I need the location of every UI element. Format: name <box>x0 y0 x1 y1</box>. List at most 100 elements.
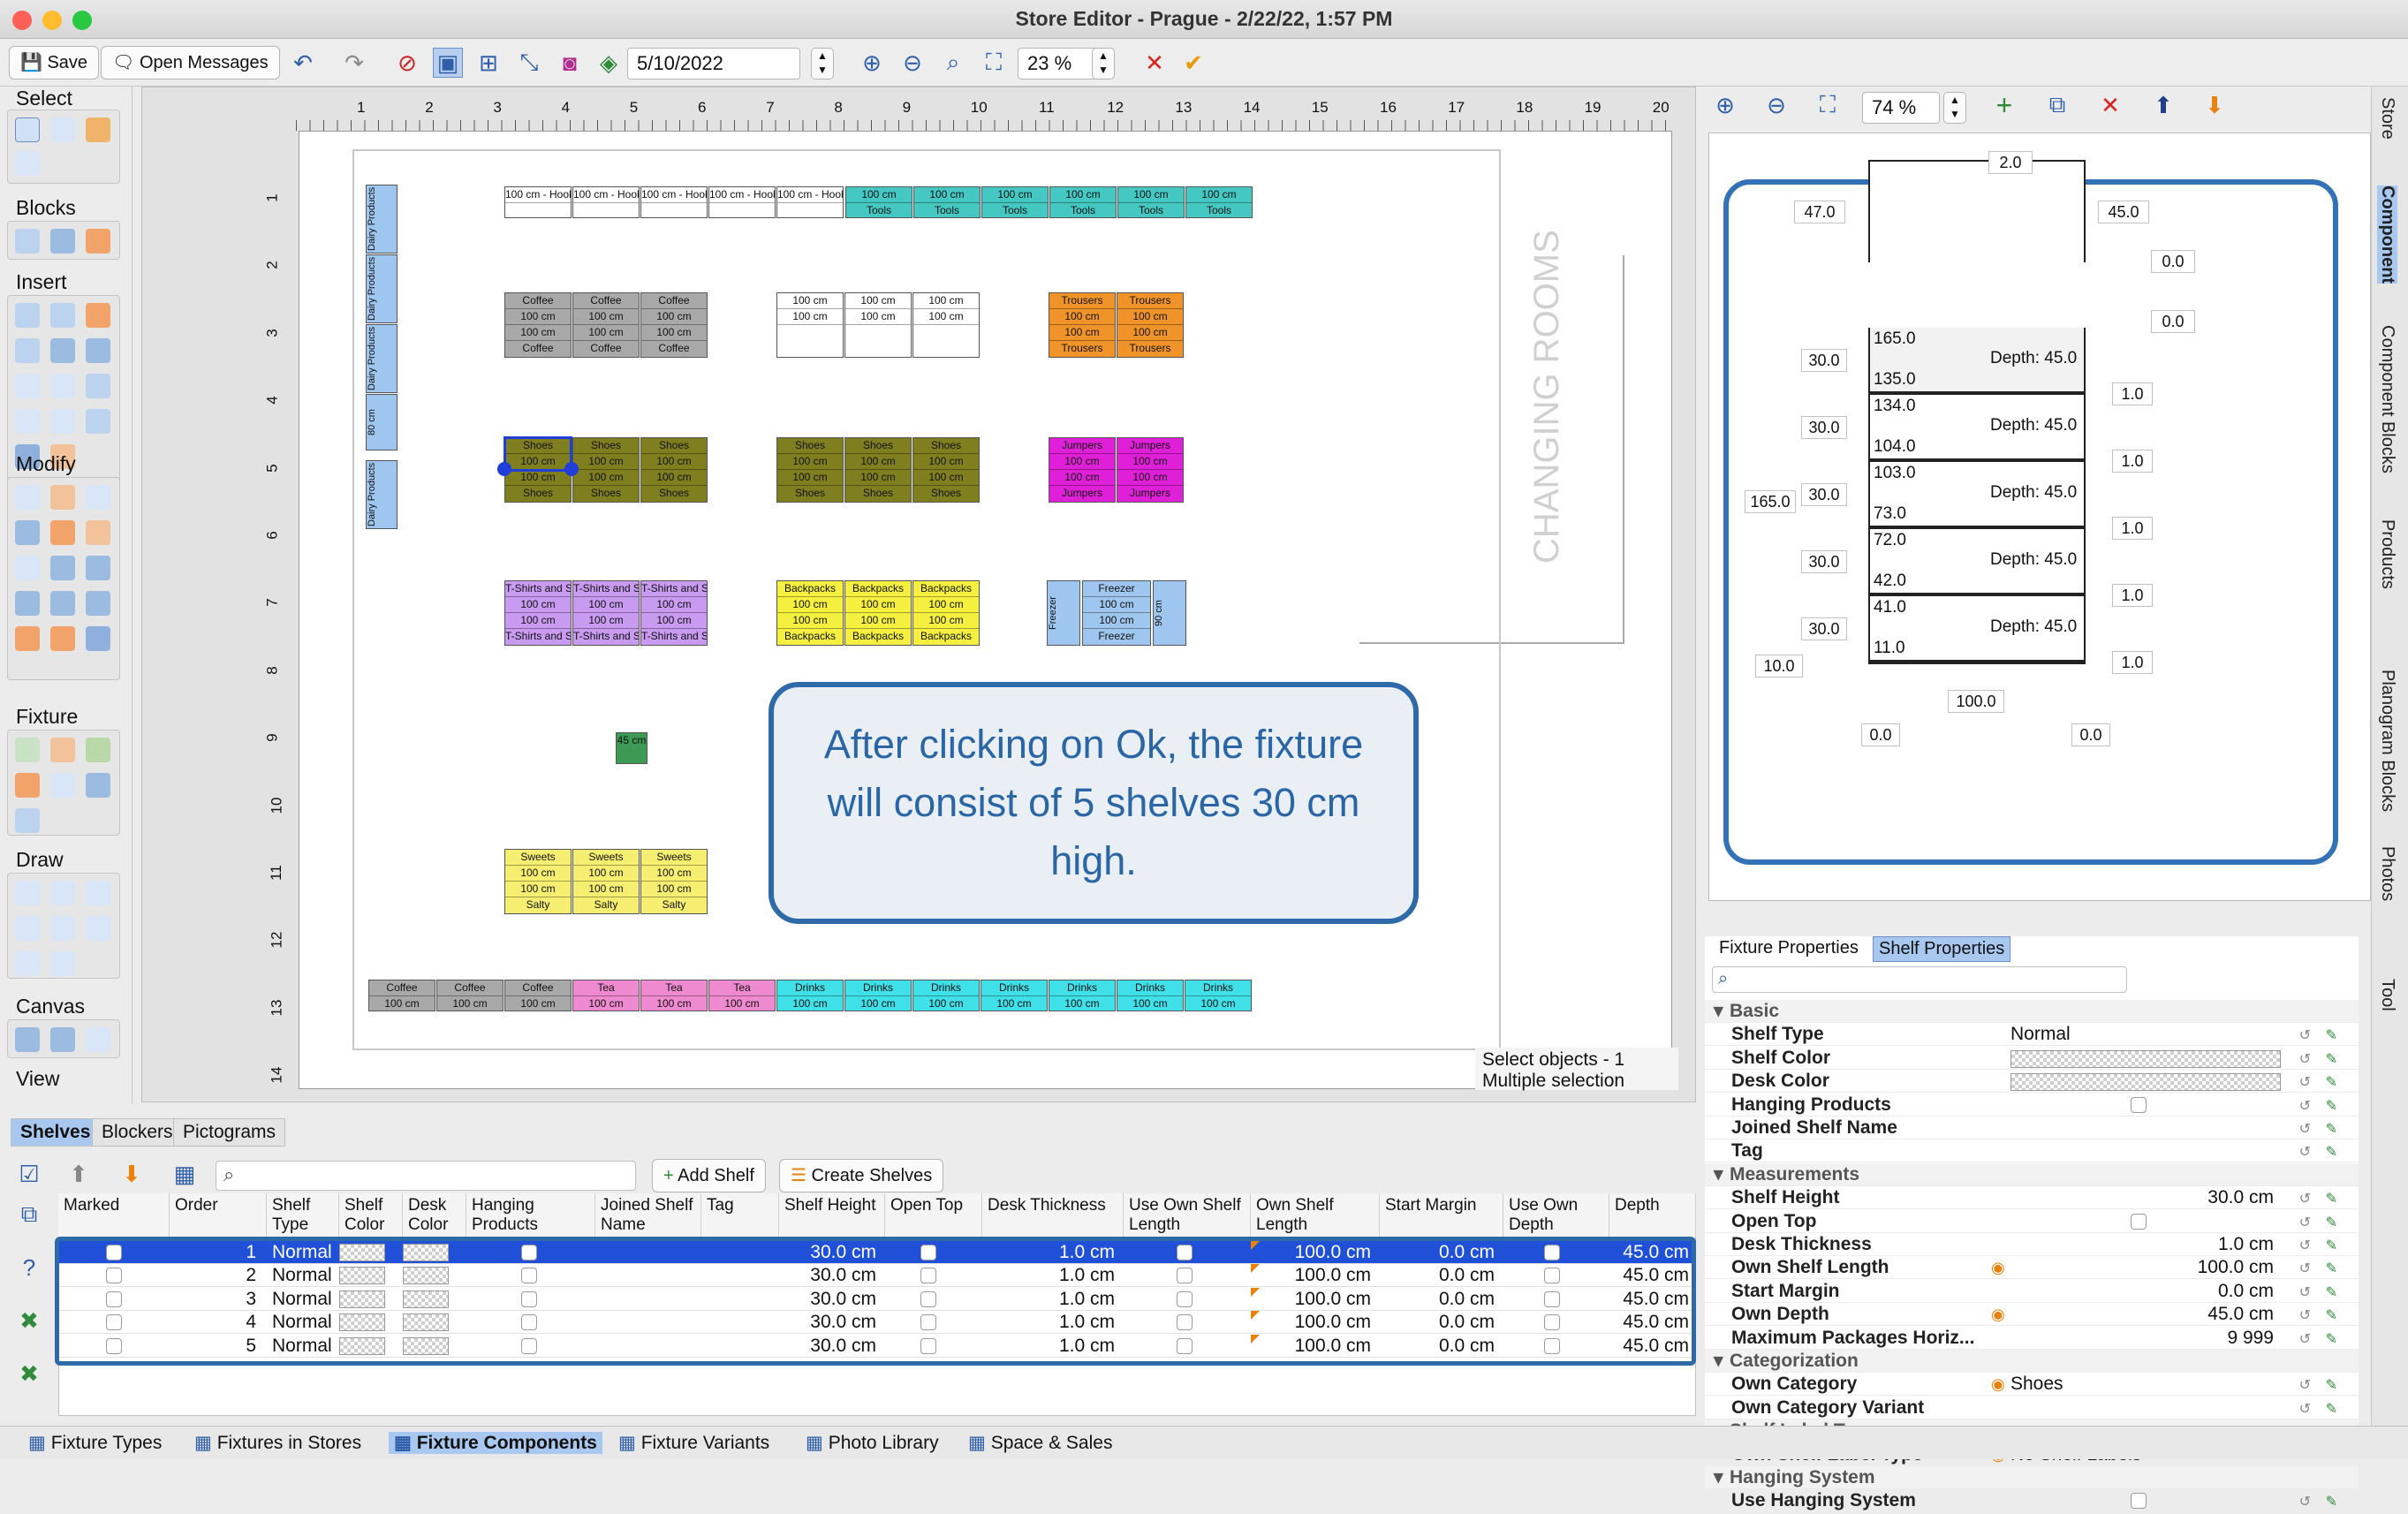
reset-icon[interactable]: ↺ <box>2299 1329 2311 1351</box>
draw-polygon-icon[interactable] <box>50 951 75 976</box>
edit-icon[interactable]: ✎ <box>2326 1491 2337 1514</box>
side-tab-component[interactable]: Component <box>2377 185 2397 284</box>
select-arrow-icon[interactable] <box>15 117 40 142</box>
table-row[interactable]: 3 Normal 30.0 cm 1.0 cm 100.0 cm 0.0 cm 45.0 c… <box>58 1287 1696 1311</box>
property-row[interactable]: Own Shelf Length 100.0 cm ↺ ✎ ◉ <box>1705 1256 2359 1281</box>
fixture-shelves-icon[interactable] <box>15 773 40 798</box>
column-header[interactable]: Shelf Height <box>779 1193 885 1238</box>
insert-camera-icon[interactable] <box>50 338 75 363</box>
reset-icon[interactable]: ↺ <box>2299 1374 2311 1397</box>
copy-icon[interactable] <box>50 485 75 510</box>
column-header[interactable]: Marked <box>58 1193 170 1238</box>
edit-icon[interactable]: ✎ <box>2326 1398 2337 1421</box>
insert-dimension-icon[interactable] <box>15 409 40 434</box>
edit-icon[interactable]: ✎ <box>2326 1048 2337 1071</box>
split-icon[interactable] <box>86 591 110 616</box>
table-row[interactable]: 4 Normal 30.0 cm 1.0 cm 100.0 cm 0.0 cm 45.0 c… <box>58 1311 1696 1335</box>
reset-icon[interactable]: ↺ <box>2299 1071 2311 1094</box>
draw-rect-icon[interactable] <box>86 916 110 941</box>
export-xo-icon[interactable]: ✖ <box>14 1306 44 1336</box>
insert-dots-icon[interactable] <box>15 374 40 398</box>
draw-arc-icon[interactable] <box>86 881 110 905</box>
grid-icon[interactable] <box>50 520 75 545</box>
fixture-frame-icon[interactable] <box>50 773 75 798</box>
section-chevron-icon[interactable]: ▾ <box>1714 1350 1723 1373</box>
reset-icon[interactable]: ↺ <box>2299 1282 2311 1305</box>
property-checkbox[interactable] <box>2131 1096 2147 1113</box>
side-tab-photos[interactable]: Photos <box>2377 846 2397 901</box>
zoom-in-icon[interactable]: ⊕ <box>857 48 887 78</box>
property-checkbox[interactable] <box>2131 1493 2147 1510</box>
column-header[interactable]: Desk Color <box>403 1193 466 1238</box>
zoom-field[interactable]: 23 % <box>1018 48 1101 79</box>
layers-select-icon[interactable] <box>86 117 110 142</box>
duplicate-icon[interactable]: ⧉ <box>2042 90 2072 120</box>
property-value[interactable]: 100.0 cm <box>2198 1256 2274 1279</box>
side-tab-products[interactable]: Products <box>2377 519 2397 589</box>
fixture-zoom-in-icon[interactable]: ⊕ <box>1710 90 1740 120</box>
use-own-length-checkbox[interactable] <box>1177 1291 1193 1307</box>
property-checkbox[interactable] <box>2131 1213 2147 1230</box>
desk-color-swatch[interactable] <box>403 1336 449 1355</box>
status-tab[interactable]: ▦ Fixture Components <box>389 1432 602 1454</box>
insert-shelf-icon[interactable] <box>86 303 110 328</box>
align-left-icon[interactable] <box>15 520 40 545</box>
delete-icon[interactable]: ✕ <box>2095 90 2125 120</box>
column-header[interactable]: Shelf Color <box>339 1193 403 1238</box>
table-row[interactable]: 1 Normal 30.0 cm 1.0 cm 100.0 cm 0.0 cm 45.0 c… <box>58 1241 1696 1264</box>
property-row[interactable]: Own Category Shoes ↺ ✎ ◉ <box>1705 1373 2359 1397</box>
shelf-board[interactable] <box>1868 660 2086 664</box>
use-own-length-checkbox[interactable] <box>1177 1268 1193 1284</box>
reset-icon[interactable]: ↺ <box>2299 1118 2311 1141</box>
fixture-tree-icon[interactable] <box>15 738 40 762</box>
hanging-products-checkbox[interactable] <box>521 1314 537 1331</box>
group-icon[interactable] <box>15 626 40 651</box>
grid-snap-icon[interactable]: ⊞ <box>473 48 504 78</box>
tab-shelves[interactable]: Shelves <box>11 1118 101 1147</box>
target-icon[interactable] <box>50 117 75 142</box>
shelves-search-input[interactable]: ⌕ <box>216 1161 636 1191</box>
property-row[interactable]: Start Margin 0.0 cm ↺ ✎ <box>1705 1280 2359 1303</box>
lasso-icon[interactable] <box>15 151 40 176</box>
use-own-length-checkbox[interactable] <box>1177 1245 1193 1260</box>
desk-color-swatch[interactable] <box>403 1290 449 1308</box>
property-row[interactable]: Own Category Variant ↺ ✎ <box>1705 1397 2359 1419</box>
use-own-depth-checkbox[interactable] <box>1544 1314 1560 1331</box>
create-shelves-button[interactable]: ☰ Create Shelves <box>779 1159 944 1192</box>
insert-fixture-icon[interactable] <box>15 303 40 328</box>
property-value[interactable]: 9 999 <box>2227 1327 2274 1350</box>
side-tab-planogram-blocks[interactable]: Planogram Blocks <box>2377 670 2397 812</box>
property-row[interactable]: Desk Color ↺ ✎ <box>1705 1070 2359 1094</box>
column-header[interactable]: Start Margin <box>1380 1193 1503 1238</box>
select-all-icon[interactable]: ☑ <box>14 1159 44 1189</box>
property-row[interactable]: Own Depth 45.0 cm ↺ ✎ ◉ <box>1705 1303 2359 1327</box>
zoom-extent-icon[interactable]: ⛶ <box>979 48 1009 78</box>
align-right-icon[interactable] <box>86 556 110 580</box>
block-add-icon[interactable] <box>15 229 40 254</box>
table-settings-icon[interactable]: ▦ <box>170 1159 200 1189</box>
reset-icon[interactable]: ↺ <box>2299 1025 2311 1048</box>
property-row[interactable]: Desk Thickness 1.0 cm ↺ ✎ <box>1705 1233 2359 1256</box>
canvas-edit-icon[interactable] <box>50 1027 75 1052</box>
tab-blockers[interactable]: Blockers <box>92 1118 183 1147</box>
reset-icon[interactable]: ↺ <box>2299 1258 2311 1281</box>
block-stack-icon[interactable] <box>50 229 75 254</box>
ungroup-icon[interactable] <box>50 626 75 651</box>
open-top-checkbox[interactable] <box>920 1337 936 1354</box>
align-bottom-icon[interactable] <box>15 591 40 616</box>
edit-icon[interactable]: ✎ <box>2326 1329 2337 1351</box>
fixture-zoom-field[interactable]: 74 % <box>1862 92 1940 124</box>
insert-text-icon[interactable] <box>15 338 40 363</box>
date-field[interactable]: 5/10/2022 <box>627 48 800 79</box>
shelf-color-swatch[interactable] <box>339 1336 385 1355</box>
properties-search-input[interactable]: ⌕ <box>1712 966 2127 993</box>
measure-icon[interactable]: ⤡ <box>514 48 544 78</box>
section-chevron-icon[interactable]: ▾ <box>1714 1163 1723 1186</box>
use-own-depth-checkbox[interactable] <box>1544 1337 1560 1354</box>
reset-icon[interactable]: ↺ <box>2299 1095 2311 1118</box>
hanging-products-checkbox[interactable] <box>521 1245 537 1260</box>
edit-icon[interactable]: ✎ <box>2326 1374 2337 1397</box>
marked-checkbox[interactable] <box>106 1268 122 1284</box>
undo-icon[interactable]: ↶ <box>288 48 318 78</box>
open-top-checkbox[interactable] <box>920 1268 936 1284</box>
